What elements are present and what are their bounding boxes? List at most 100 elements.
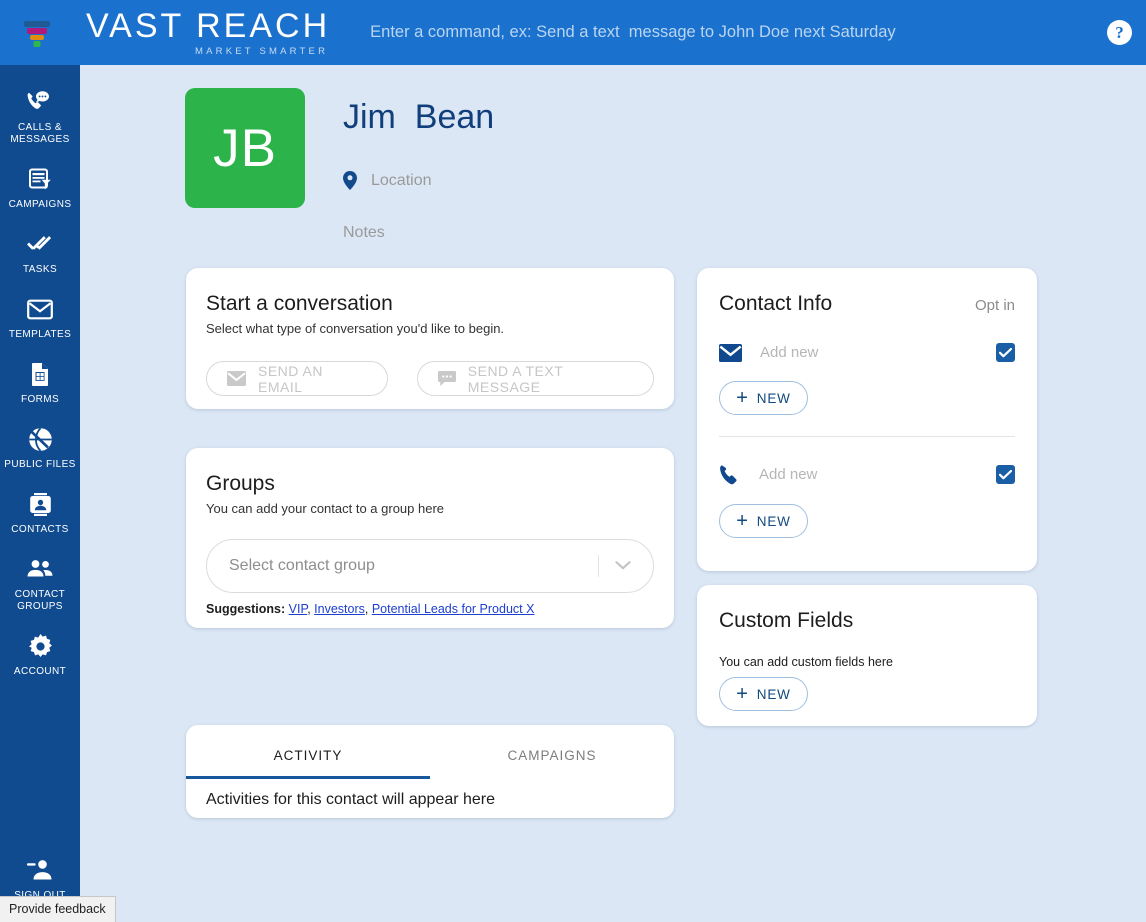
sidebar-item-forms[interactable]: FORMS (0, 351, 80, 416)
main-content: JB Jim Bean Location Notes Start a conve… (80, 65, 1146, 922)
sidebar-item-public-files[interactable]: PUBLIC FILES (0, 416, 80, 481)
contact-card-icon (29, 491, 52, 517)
notes-field[interactable]: Notes (343, 224, 494, 242)
help-icon[interactable]: ? (1107, 20, 1132, 45)
profile-details: Jim Bean Location Notes (343, 88, 494, 242)
conversation-buttons: SEND AN EMAIL SEND A TEXT MESSAGE (206, 361, 654, 396)
select-placeholder: Select contact group (229, 557, 375, 574)
add-email-new-button[interactable]: + NEW (719, 381, 808, 415)
plus-icon: + (736, 683, 749, 705)
brand: VAST REACH MARKET SMARTER (86, 9, 330, 57)
envelope-icon (227, 371, 258, 386)
add-custom-field-button[interactable]: + NEW (719, 677, 808, 711)
contact-info-divider (719, 436, 1015, 437)
double-check-icon (26, 231, 54, 257)
sidebar-item-tasks[interactable]: TASKS (0, 221, 80, 286)
sidebar-item-calls-messages[interactable]: CALLS & MESSAGES (0, 79, 80, 156)
contact-group-select[interactable]: Select contact group (206, 539, 654, 593)
location-field[interactable]: Location (343, 171, 494, 190)
contact-info-card: Contact Info Opt in Add new + NEW Add ne… (697, 268, 1037, 571)
sidebar-item-label: CAMPAIGNS (8, 199, 72, 210)
plus-icon: + (736, 387, 749, 409)
new-label: NEW (756, 686, 791, 702)
card-title: Groups (206, 472, 275, 495)
people-group-icon (26, 556, 54, 582)
map-pin-icon (343, 171, 357, 190)
sidebar-item-label: TASKS (22, 264, 58, 275)
send-text-label: SEND A TEXT MESSAGE (467, 362, 564, 395)
chevron-down-icon[interactable] (615, 561, 631, 571)
envelope-icon (719, 343, 742, 362)
card-title: Contact Info (719, 292, 833, 315)
opt-in-label: Opt in (974, 297, 1015, 314)
activity-campaigns-card: ACTIVITY CAMPAIGNS Activities for this c… (186, 725, 674, 818)
add-phone-new-button[interactable]: + NEW (719, 504, 808, 538)
form-document-icon (30, 361, 51, 387)
sidebar-item-label: CONTACTS (11, 524, 69, 535)
sign-out-person-icon (26, 857, 54, 883)
funnel-logo-icon (24, 20, 50, 47)
sidebar-item-label: PUBLIC FILES (4, 459, 76, 470)
location-placeholder: Location (371, 171, 432, 189)
suggestion-link-vip[interactable]: VIP (289, 602, 308, 616)
chat-bubble-icon (437, 370, 468, 387)
tab-campaigns[interactable]: CAMPAIGNS (430, 725, 674, 779)
envelope-icon (27, 296, 53, 322)
sidebar-item-contact-groups[interactable]: CONTACT GROUPS (0, 546, 80, 623)
sidebar-item-templates[interactable]: TEMPLATES (0, 286, 80, 351)
group-suggestions: Suggestions: VIP, Investors, Potential L… (206, 602, 535, 616)
phone-row: Add new (719, 464, 1015, 485)
phone-input[interactable]: Add new (759, 466, 996, 483)
phone-optin-checkbox[interactable] (996, 465, 1015, 484)
sidebar-item-account[interactable]: ACCOUNT (0, 623, 80, 688)
email-optin-checkbox[interactable] (996, 343, 1015, 362)
contact-info-header: Contact Info Opt in (719, 292, 1015, 316)
card-subtitle: You can add custom fields here (719, 655, 893, 669)
gear-icon (28, 633, 53, 659)
avatar: JB (185, 88, 305, 208)
top-bar: VAST REACH MARKET SMARTER Enter a comman… (0, 0, 1146, 65)
contact-profile-header: JB Jim Bean Location Notes (185, 88, 494, 242)
select-divider (598, 555, 599, 577)
sidebar-item-contacts[interactable]: CONTACTS (0, 481, 80, 546)
phone-icon (719, 464, 741, 485)
send-email-button[interactable]: SEND AN EMAIL (206, 361, 388, 396)
sidebar-item-label: CONTACT GROUPS (14, 589, 66, 612)
command-input[interactable]: Enter a command, ex: Send a text message… (370, 23, 896, 42)
suggestion-link-investors[interactable]: Investors (314, 602, 365, 616)
tab-bar: ACTIVITY CAMPAIGNS (186, 725, 674, 779)
page-title: Jim Bean (343, 98, 495, 136)
phone-chat-icon (26, 89, 54, 115)
sidebar: CALLS & MESSAGES CAMPAIGNS TASKS TEMPLAT… (0, 65, 80, 922)
activity-empty-message: Activities for this contact will appear … (206, 791, 496, 808)
campaign-calendar-icon (28, 166, 52, 192)
sidebar-item-label: TEMPLATES (8, 329, 72, 340)
card-title: Start a conversation (206, 292, 393, 315)
new-label: NEW (756, 513, 791, 529)
tab-activity[interactable]: ACTIVITY (186, 725, 430, 779)
send-text-button[interactable]: SEND A TEXT MESSAGE (416, 361, 654, 396)
provide-feedback-tab[interactable]: Provide feedback (0, 896, 116, 922)
sidebar-item-campaigns[interactable]: CAMPAIGNS (0, 156, 80, 221)
card-title: Custom Fields (719, 609, 854, 632)
send-email-label: SEND AN EMAIL (258, 362, 323, 395)
sidebar-nav: CALLS & MESSAGES CAMPAIGNS TASKS TEMPLAT… (0, 65, 80, 688)
card-subtitle: You can add your contact to a group here (206, 501, 445, 516)
groups-card: Groups You can add your contact to a gro… (186, 448, 674, 628)
email-input[interactable]: Add new (760, 344, 996, 361)
card-subtitle: Select what type of conversation you'd l… (206, 321, 505, 336)
globe-icon (28, 426, 53, 452)
brand-tagline: MARKET SMARTER (195, 45, 329, 57)
start-conversation-card: Start a conversation Select what type of… (186, 268, 674, 409)
brand-name: VAST REACH (86, 6, 331, 45)
sidebar-item-label: CALLS & MESSAGES (10, 122, 70, 145)
suggestions-label: Suggestions: (206, 602, 286, 616)
sidebar-item-label: FORMS (20, 394, 60, 405)
sidebar-item-label: ACCOUNT (13, 666, 67, 677)
email-row: Add new (719, 343, 1015, 362)
suggestion-link-potential-leads[interactable]: Potential Leads for Product X (372, 602, 535, 616)
new-label: NEW (756, 390, 791, 406)
custom-fields-card: Custom Fields You can add custom fields … (697, 585, 1037, 726)
app-logo[interactable] (14, 0, 60, 65)
plus-icon: + (736, 510, 749, 532)
